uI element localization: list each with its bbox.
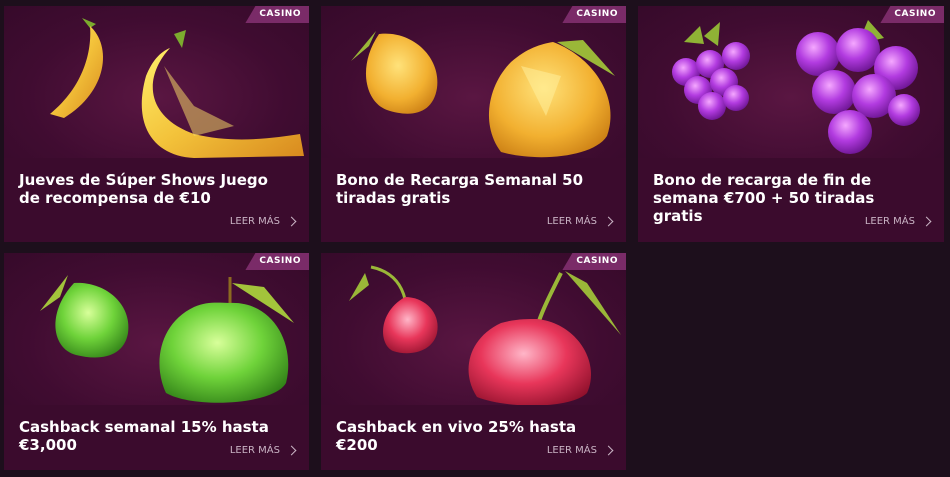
casino-badge: CASINO [880, 6, 944, 23]
grapes-icon [638, 6, 944, 158]
casino-badge: CASINO [245, 6, 309, 23]
chevron-right-icon [921, 216, 932, 227]
promo-card[interactable]: CASINO Bono de recarga de fin de semana … [638, 6, 944, 242]
read-more-label: LEER MÁS [546, 445, 597, 456]
read-more-link[interactable]: LEER MÁS [546, 445, 614, 456]
promo-card[interactable]: CASINO Jueves de Súper Shows Juego de re… [4, 6, 309, 242]
read-more-label: LEER MÁS [546, 216, 597, 227]
card-title: Jueves de Súper Shows Juego de recompens… [19, 171, 268, 207]
chevron-right-icon [603, 216, 614, 227]
lemon-icon [321, 6, 626, 158]
chevron-right-icon [286, 216, 297, 227]
promo-card[interactable]: CASINO Cashback en vivo 25% hasta €200 L… [321, 253, 626, 470]
casino-badge: CASINO [245, 253, 309, 270]
chevron-right-icon [603, 445, 614, 456]
casino-badge: CASINO [562, 253, 626, 270]
cherry-icon [321, 253, 626, 405]
read-more-link[interactable]: LEER MÁS [229, 445, 297, 456]
read-more-link[interactable]: LEER MÁS [229, 216, 297, 227]
promo-card[interactable]: CASINO Cashback semanal 15% hasta €3,000… [4, 253, 309, 470]
card-title: Bono de Recarga Semanal 50 tiradas grati… [336, 171, 584, 207]
casino-badge: CASINO [562, 6, 626, 23]
promo-card[interactable]: CASINO Bono de Recarga Semanal 50 tirada… [321, 6, 626, 242]
read-more-label: LEER MÁS [229, 216, 280, 227]
read-more-label: LEER MÁS [229, 445, 280, 456]
apple-icon [4, 253, 309, 405]
chevron-right-icon [286, 445, 297, 456]
banana-icon [4, 6, 309, 158]
read-more-link[interactable]: LEER MÁS [864, 216, 932, 227]
read-more-label: LEER MÁS [864, 216, 915, 227]
read-more-link[interactable]: LEER MÁS [546, 216, 614, 227]
